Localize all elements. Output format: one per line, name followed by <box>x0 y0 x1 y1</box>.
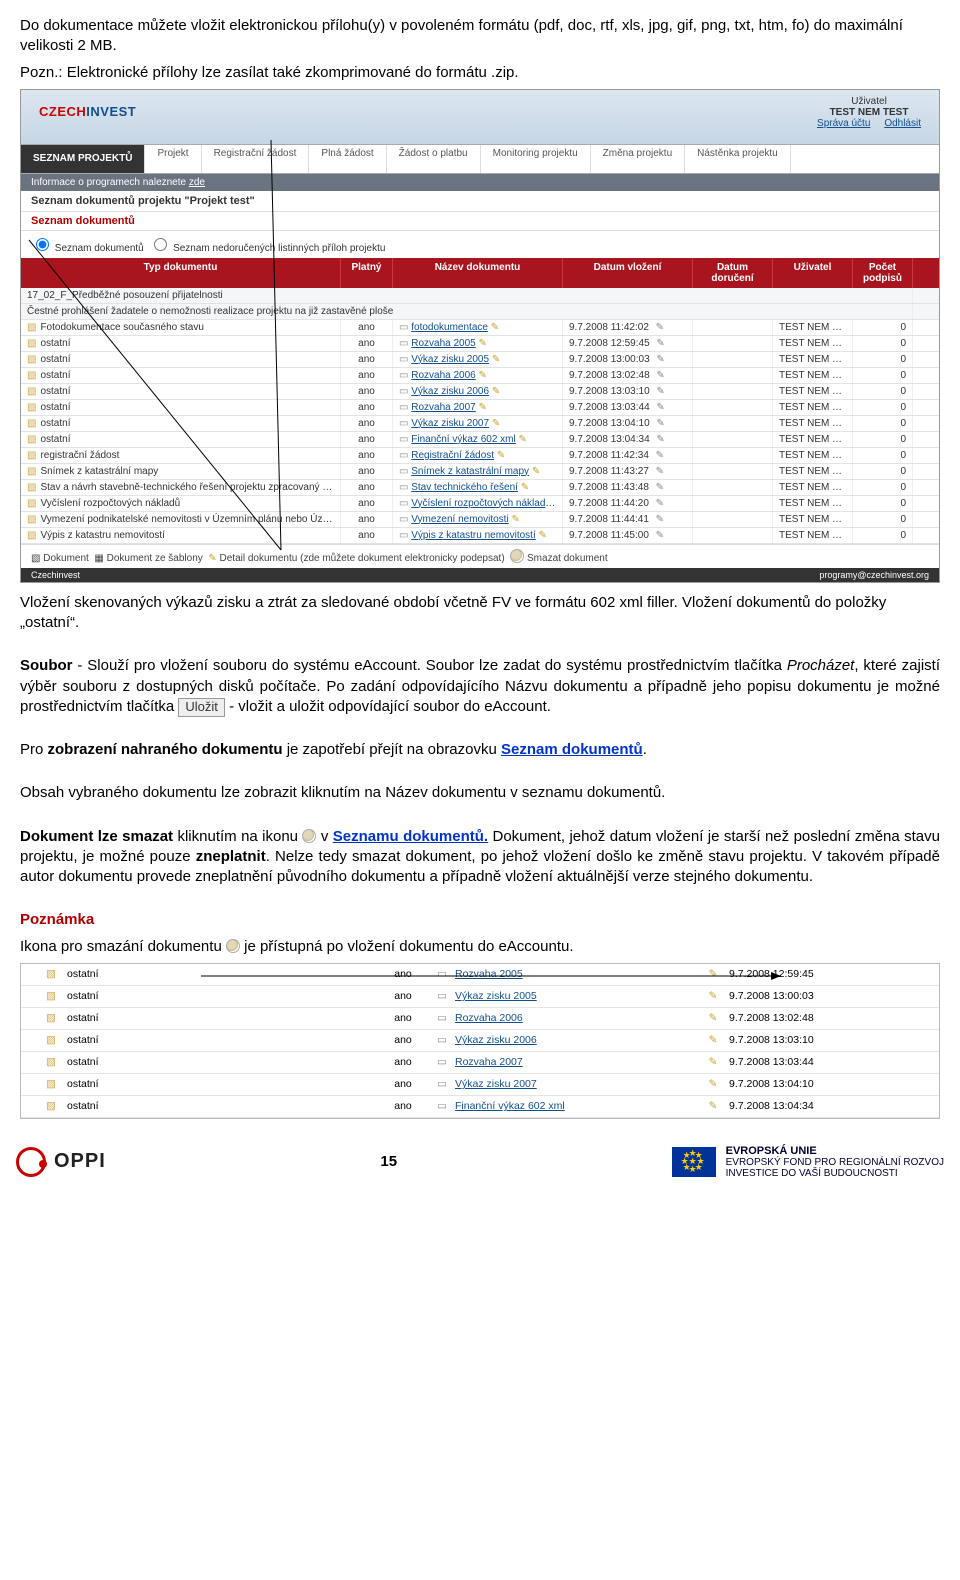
table-row: ▧ostatníano▭ Rozvaha 2006 ✎9.7.2008 13:0… <box>21 368 939 384</box>
czechinvest-logo: CZECHINVEST <box>39 104 136 119</box>
poznamka-heading: Poznámka <box>20 910 940 930</box>
mid-p3: Pro zobrazení nahraného dokumentu je zap… <box>20 740 940 760</box>
table-row: ▧ostatníano▭ Výkaz zisku 2005 ✎9.7.2008 … <box>21 352 939 368</box>
table-header: Typ dokumentu Platný Název dokumentu Dat… <box>21 258 939 288</box>
table-row: ▧Fotodokumentace současného stavuano▭ fo… <box>21 320 939 336</box>
table-row: ▧ostatníano▭ Rozvaha 2005 ✎9.7.2008 12:5… <box>21 336 939 352</box>
table-row: ▧ostatníano▭ Rozvaha 2007 ✎9.7.2008 13:0… <box>21 400 939 416</box>
eraser-icon <box>226 939 240 953</box>
table-row: ▧ostatníano▭Výkaz zisku 2005✎9.7.2008 13… <box>21 986 939 1008</box>
tab-projekt[interactable]: Projekt <box>145 145 201 173</box>
table-row: ▧Vymezení podnikatelské nemovitosti v Úz… <box>21 512 939 528</box>
tab-registracni-zadost[interactable]: Registrační žádost <box>202 145 310 173</box>
radio-row: Seznam dokumentů Seznam nedoručených lis… <box>21 230 939 258</box>
link-logout[interactable]: Odhlásit <box>884 118 921 129</box>
tab-zmena-projektu[interactable]: Změna projektu <box>591 145 685 173</box>
radio-nedorucene[interactable] <box>154 238 167 251</box>
table-row: ▧Snímek z katastrální mapyano▭ Snímek z … <box>21 464 939 480</box>
eu-flag-icon <box>672 1147 716 1177</box>
user-name: TEST NEM TEST <box>817 107 921 118</box>
table-row: ▧ostatníano▭ Finanční výkaz 602 xml ✎9.7… <box>21 432 939 448</box>
screenshot-strip: ▧ostatníano▭Rozvaha 2005✎9.7.2008 12:59:… <box>20 963 940 1119</box>
oppi-logo: OPPI <box>16 1147 106 1177</box>
link-account[interactable]: Správa účtu <box>817 118 870 129</box>
intro-p2: Pozn.: Elektronické přílohy lze zasílat … <box>20 63 940 83</box>
mid-p2: Soubor - Slouží pro vložení souboru do s… <box>20 656 940 717</box>
tabs-bar: SEZNAM PROJEKTŮ Projekt Registrační žádo… <box>21 144 939 174</box>
mid-p1: Vložení skenovaných výkazů zisku a ztrát… <box>20 593 940 634</box>
table-row: 17_02_F_Předběžné posouzení přijatelnost… <box>21 288 939 304</box>
link-seznam-dokumentu[interactable]: Seznam dokumentů <box>501 741 643 758</box>
table-row: ▧Výpis z katastru nemovitostíano▭ Výpis … <box>21 528 939 544</box>
footer-bar: Czechinvest programy@czechinvest.org <box>21 568 939 582</box>
page-footer: OPPI 15 EVROPSKÁ UNIE EVROPSKÝ FOND PRO … <box>0 1139 960 1191</box>
poznamka-text: Ikona pro smazání dokumentu je přístupná… <box>20 937 940 957</box>
tab-plna-zadost[interactable]: Plná žádost <box>309 145 386 173</box>
table-row: ▧ostatníano▭Výkaz zisku 2006✎9.7.2008 13… <box>21 1030 939 1052</box>
page-number: 15 <box>380 1153 397 1170</box>
screenshot-seznam-dokumentu: CZECHINVEST Uživatel TEST NEM TEST Správ… <box>20 89 940 583</box>
eu-logo-block: EVROPSKÁ UNIE EVROPSKÝ FOND PRO REGIONÁL… <box>672 1145 944 1179</box>
infobar: Informace o programech naleznete zde <box>21 174 939 191</box>
link-seznam-dokumentu-2[interactable]: Seznamu dokumentů. <box>333 828 488 845</box>
table-row: ▧Stav a návrh stavebně-technického řešen… <box>21 480 939 496</box>
tab-nastenka[interactable]: Nástěnka projektu <box>685 145 791 173</box>
mid-p5: Dokument lze smazat kliknutím na ikonu v… <box>20 827 940 888</box>
section-subtitle: Seznam dokumentů <box>21 211 939 230</box>
table-row: ▧ostatníano▭Rozvaha 2007✎9.7.2008 13:03:… <box>21 1052 939 1074</box>
table-row: ▧ostatníano▭Výkaz zisku 2007✎9.7.2008 13… <box>21 1074 939 1096</box>
radio-seznam-dokumentu[interactable] <box>36 238 49 251</box>
table-row: ▧ostatníano▭Rozvaha 2005✎9.7.2008 12:59:… <box>21 964 939 986</box>
infobar-link-zde[interactable]: zde <box>189 177 205 188</box>
section-title: Seznam dokumentů projektu "Projekt test" <box>21 191 939 211</box>
tab-zadost-o-platbu[interactable]: Žádost o platbu <box>387 145 481 173</box>
table-row: ▧ostatníano▭Rozvaha 2006✎9.7.2008 13:02:… <box>21 1008 939 1030</box>
eraser-icon <box>302 829 316 843</box>
eraser-icon <box>510 549 524 563</box>
table-row: ▧ostatníano▭ Výkaz zisku 2007 ✎9.7.2008 … <box>21 416 939 432</box>
tab-monitoring[interactable]: Monitoring projektu <box>481 145 591 173</box>
mid-p4: Obsah vybraného dokumentu lze zobrazit k… <box>20 783 940 803</box>
table-row: ▧Vyčíslení rozpočtových nákladůano▭ Vyčí… <box>21 496 939 512</box>
user-label: Uživatel <box>817 96 921 107</box>
tab-seznam-projektu[interactable]: SEZNAM PROJEKTŮ <box>21 145 145 173</box>
ulozit-button[interactable]: Uložit <box>178 698 225 717</box>
table-row: ▧ostatníano▭Finanční výkaz 602 xml✎9.7.2… <box>21 1096 939 1118</box>
table-row: ▧registrační žádostano▭ Registrační žádo… <box>21 448 939 464</box>
table-row: ▧ostatníano▭ Výkaz zisku 2006 ✎9.7.2008 … <box>21 384 939 400</box>
table-row: Čestné prohlášení žadatele o nemožnosti … <box>21 304 939 320</box>
intro-p1: Do dokumentace můžete vložit elektronick… <box>20 16 940 57</box>
legend-row: ▧ Dokument ▦ Dokument ze šablony ✎ Detai… <box>21 544 939 568</box>
